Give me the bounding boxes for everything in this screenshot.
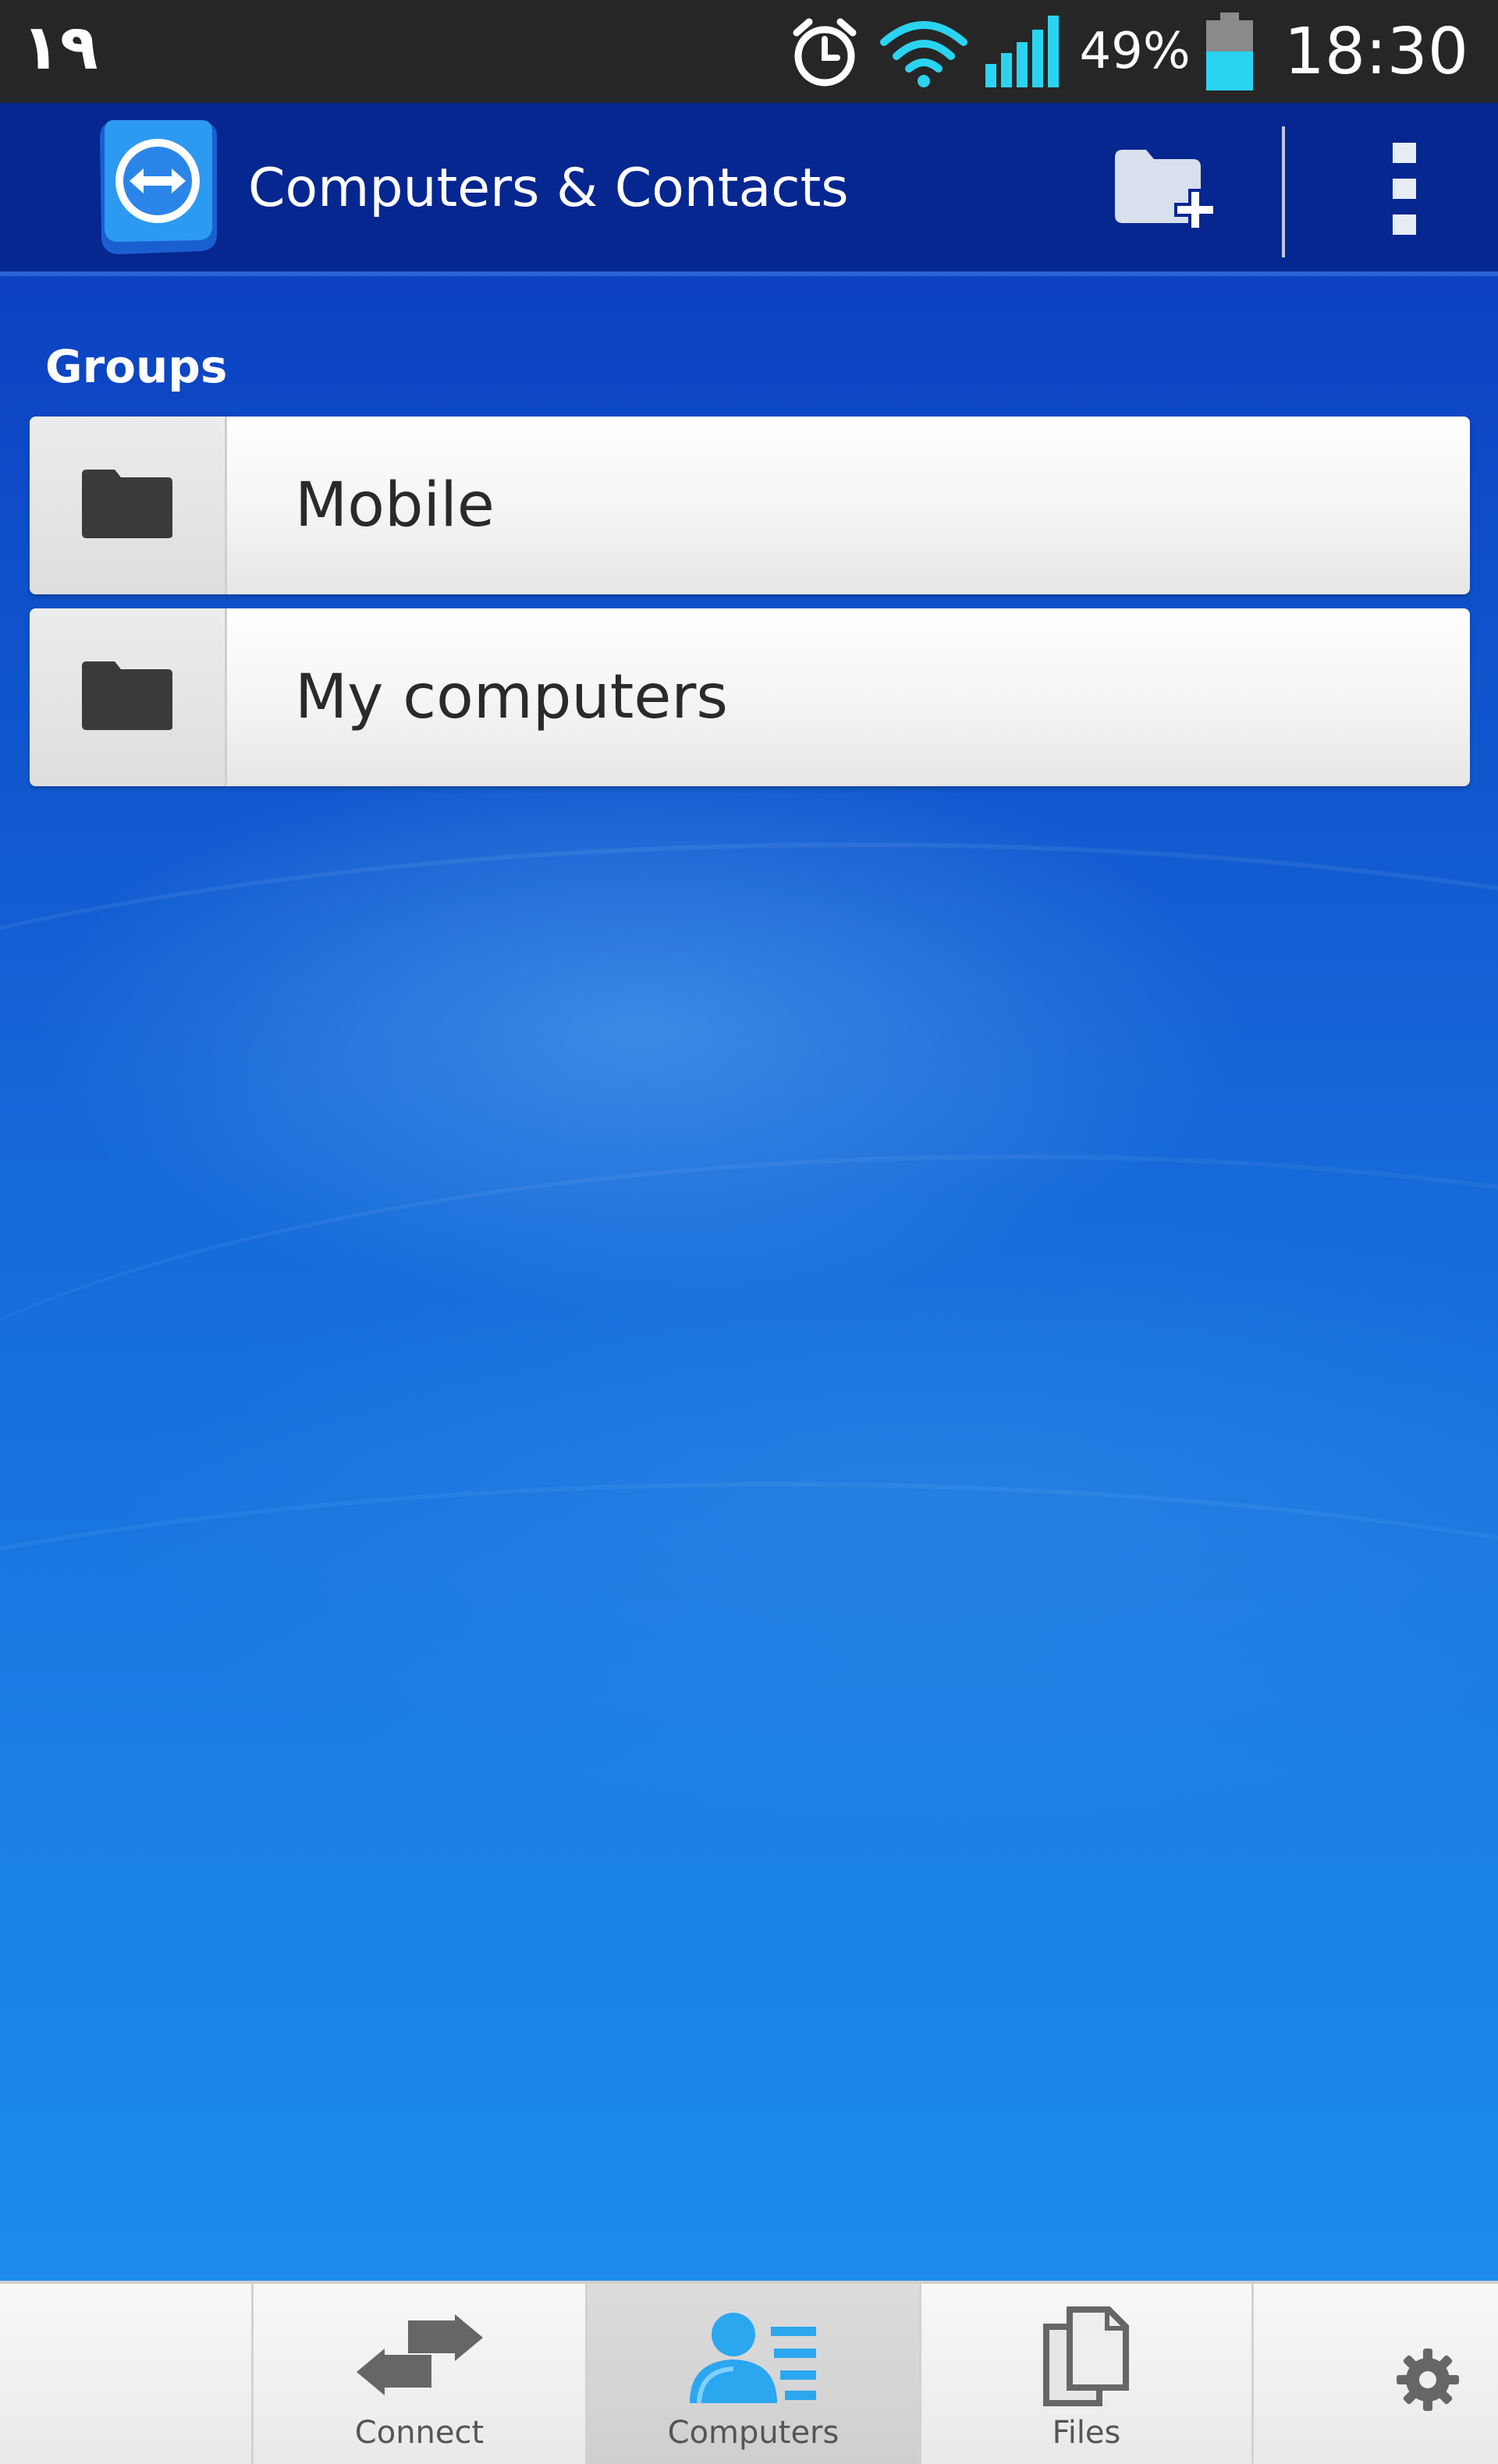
battery-percent: 49% — [1079, 23, 1191, 80]
status-bar: ١٩ 49% 18:30 — [0, 0, 1498, 103]
folder-icon — [80, 660, 174, 735]
overflow-menu-icon — [1393, 214, 1416, 235]
gear-icon — [1254, 2321, 1498, 2438]
overflow-menu-icon — [1393, 143, 1416, 163]
files-icon — [921, 2303, 1251, 2412]
group-icon-cell — [30, 417, 227, 594]
tab-computers[interactable]: Computers — [585, 2284, 919, 2464]
alarm-icon — [786, 12, 864, 90]
tab-connect[interactable]: Connect — [251, 2284, 585, 2464]
action-bar: Computers & Contacts — [0, 103, 1498, 276]
app-screen: ١٩ 49% 18:30 Computers & Contacts Groups… — [0, 0, 1498, 2464]
signal-icon — [984, 12, 1065, 90]
background-wave — [0, 1154, 1498, 1939]
teamviewer-logo-icon — [95, 117, 220, 257]
overflow-menu-icon — [1393, 179, 1416, 199]
status-left-text: ١٩ — [22, 11, 98, 83]
background-wave — [0, 842, 1498, 1549]
tab-label: Files — [1052, 2415, 1121, 2451]
add-group-icon — [1112, 142, 1221, 236]
overflow-menu-button[interactable] — [1358, 134, 1451, 243]
tab-files[interactable]: Files — [919, 2284, 1251, 2464]
action-divider — [1282, 126, 1285, 257]
groups-header: Groups — [45, 340, 228, 393]
group-item-mobile[interactable]: Mobile — [30, 417, 1470, 594]
status-clock: 18:30 — [1283, 14, 1468, 89]
battery-icon — [1205, 11, 1255, 92]
group-label: Mobile — [295, 470, 495, 541]
tab-label: Connect — [354, 2415, 485, 2451]
wifi-icon — [878, 12, 970, 90]
connect-arrows-icon — [254, 2303, 585, 2412]
contacts-icon — [587, 2303, 919, 2412]
tab-settings[interactable] — [1251, 2284, 1498, 2464]
add-group-button[interactable] — [1108, 142, 1225, 236]
folder-icon — [80, 468, 174, 543]
background-wave — [0, 1482, 1498, 2345]
status-indicators: 49% 18:30 — [786, 8, 1468, 95]
group-icon-cell — [30, 608, 227, 786]
page-title: Computers & Contacts — [248, 158, 849, 219]
tab-label: Computers — [667, 2415, 840, 2451]
group-item-my-computers[interactable]: My computers — [30, 608, 1470, 786]
bottom-navigation: Connect Computers Files — [0, 2281, 1498, 2464]
group-label: My computers — [295, 662, 729, 732]
